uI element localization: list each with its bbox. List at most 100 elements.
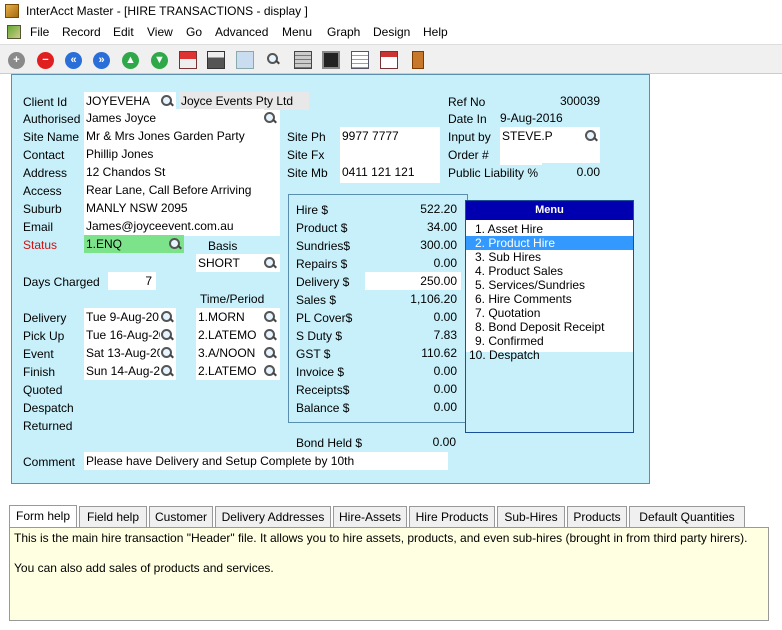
pickup-time-lookup-icon[interactable]: [263, 328, 277, 342]
stamp-duty-label: S Duty $: [296, 329, 343, 343]
menu-help[interactable]: Help: [423, 25, 448, 39]
email-field[interactable]: James@joyceevent.com.au: [84, 217, 280, 235]
search-icon[interactable]: [262, 48, 286, 72]
pickup-date-field[interactable]: Tue 16-Aug-20: [84, 326, 160, 344]
balance-value: 0.00: [365, 398, 461, 416]
despatch-label: Despatch: [23, 401, 74, 415]
tab-hire-assets[interactable]: Hire-Assets: [333, 506, 407, 527]
menu-go[interactable]: Go: [186, 25, 202, 39]
exit-door-icon[interactable]: [406, 48, 430, 72]
tab-hire-products[interactable]: Hire Products: [409, 506, 495, 527]
document-icon[interactable]: [7, 25, 21, 39]
finish-time-field[interactable]: 2.LATEMO: [196, 362, 262, 380]
event-date-lookup-icon[interactable]: [160, 346, 174, 360]
menu-advanced[interactable]: Advanced: [215, 25, 268, 39]
print-icon[interactable]: [204, 48, 228, 72]
access-field[interactable]: Rear Lane, Call Before Arriving: [84, 181, 280, 199]
finish-label: Finish: [23, 365, 56, 379]
tab-products[interactable]: Products: [567, 506, 627, 527]
site-name-field[interactable]: Mr & Mrs Jones Garden Party: [84, 127, 280, 145]
menu-item-despatch[interactable]: 10. Despatch: [466, 348, 633, 362]
finish-time-lookup-icon[interactable]: [263, 364, 277, 378]
delivery-time-lookup-icon[interactable]: [263, 310, 277, 324]
plus-icon[interactable]: +: [4, 48, 28, 72]
gst-value: 110.62: [365, 344, 461, 362]
next-record-icon[interactable]: ▼: [147, 48, 171, 72]
calendar-icon[interactable]: [377, 48, 401, 72]
event-time-field[interactable]: 3.A/NOON: [196, 344, 262, 362]
app-icon: [5, 4, 19, 18]
input-by-field[interactable]: STEVE.P: [500, 127, 586, 145]
client-id-lookup-icon[interactable]: [160, 94, 174, 108]
tab-customer[interactable]: Customer: [149, 506, 213, 527]
delivery-date-lookup-icon[interactable]: [160, 310, 174, 324]
finish-date-field[interactable]: Sun 14-Aug-20: [84, 362, 160, 380]
menu-item-hire-comments[interactable]: 6. Hire Comments: [466, 292, 633, 306]
address-label: Address: [23, 166, 68, 180]
ref-no-label: Ref No: [448, 95, 486, 109]
menu-view[interactable]: View: [147, 25, 173, 39]
authorised-lookup-icon[interactable]: [263, 111, 277, 125]
notepad-icon[interactable]: [348, 48, 372, 72]
stop-icon[interactable]: −: [33, 48, 57, 72]
delivery-date-field[interactable]: Tue 9-Aug-201: [84, 308, 160, 326]
menu-item-sub-hires[interactable]: 3. Sub Hires: [466, 250, 633, 264]
menu-edit[interactable]: Edit: [113, 25, 134, 39]
status-lookup-icon[interactable]: [168, 237, 182, 251]
last-record-icon[interactable]: »: [89, 48, 113, 72]
delivery-time-field[interactable]: 1.MORN: [196, 308, 262, 326]
menu-file[interactable]: File: [30, 25, 49, 39]
site-fx-field[interactable]: [340, 145, 440, 163]
menu-bar: File Record Edit View Go Advanced Menu G…: [0, 22, 782, 42]
suburb-field[interactable]: MANLY NSW 2095: [84, 199, 280, 217]
tab-form-help[interactable]: Form help: [9, 505, 77, 528]
menu-item-services-sundries[interactable]: 5. Services/Sundries: [466, 278, 633, 292]
days-charged-field[interactable]: 7: [108, 272, 156, 290]
menu-menu[interactable]: Menu: [282, 25, 312, 39]
comment-field[interactable]: Please have Delivery and Setup Complete …: [84, 452, 448, 470]
address-field[interactable]: 12 Chandos St: [84, 163, 280, 181]
tab-delivery-addresses[interactable]: Delivery Addresses: [215, 506, 331, 527]
first-record-icon[interactable]: «: [61, 48, 85, 72]
menu-record[interactable]: Record: [62, 25, 101, 39]
help-text-line-2: You can also add sales of products and s…: [14, 561, 274, 575]
pickup-date-lookup-icon[interactable]: [160, 328, 174, 342]
menu-item-quotation[interactable]: 7. Quotation: [466, 306, 633, 320]
previous-record-icon[interactable]: ▲: [118, 48, 142, 72]
window-title: InterAcct Master - [HIRE TRANSACTIONS - …: [26, 4, 308, 18]
finish-date-lookup-icon[interactable]: [160, 364, 174, 378]
input-by-lookup-icon[interactable]: [584, 129, 598, 143]
site-mb-label: Site Mb: [287, 166, 328, 180]
sales-total-value: 1,106.20: [365, 290, 461, 308]
site-mb-field[interactable]: 0411 121 121: [340, 163, 440, 181]
menu-design[interactable]: Design: [373, 25, 410, 39]
pointer-icon[interactable]: [233, 48, 257, 72]
contact-field[interactable]: Phillip Jones: [84, 145, 280, 163]
tab-default-quantities[interactable]: Default Quantities: [629, 506, 745, 527]
home-icon[interactable]: [176, 48, 200, 72]
site-ph-field[interactable]: 9977 7777: [340, 127, 440, 145]
tab-field-help[interactable]: Field help: [79, 506, 147, 527]
monitor-icon[interactable]: [319, 48, 343, 72]
totals-box: Hire $ 522.20 Product $ 34.00 Sundries$ …: [288, 194, 468, 423]
receipts-total-label: Receipts$: [296, 383, 350, 397]
tab-sub-hires[interactable]: Sub-Hires: [497, 506, 565, 527]
public-liability-field[interactable]: 0.00: [542, 163, 604, 181]
pickup-time-field[interactable]: 2.LATEMO: [196, 326, 262, 344]
calculator-icon[interactable]: [291, 48, 315, 72]
menu-item-product-sales[interactable]: 4. Product Sales: [466, 264, 633, 278]
menu-item-asset-hire[interactable]: 1. Asset Hire: [466, 222, 633, 236]
menu-item-product-hire[interactable]: 2. Product Hire: [466, 236, 633, 250]
event-date-field[interactable]: Sat 13-Aug-20: [84, 344, 160, 362]
event-time-lookup-icon[interactable]: [263, 346, 277, 360]
menu-item-confirmed[interactable]: 9. Confirmed: [466, 334, 633, 348]
menu-item-bond-deposit-receipt[interactable]: 8. Bond Deposit Receipt: [466, 320, 633, 334]
returned-label: Returned: [23, 419, 73, 433]
order-field[interactable]: [500, 145, 600, 163]
repairs-total-value: 0.00: [365, 254, 461, 272]
input-by-label: Input by: [448, 130, 491, 144]
basis-lookup-icon[interactable]: [263, 256, 277, 270]
menu-graph[interactable]: Graph: [327, 25, 360, 39]
delivery-total-field[interactable]: 250.00: [365, 272, 461, 290]
authorised-field[interactable]: James Joyce: [84, 109, 264, 127]
